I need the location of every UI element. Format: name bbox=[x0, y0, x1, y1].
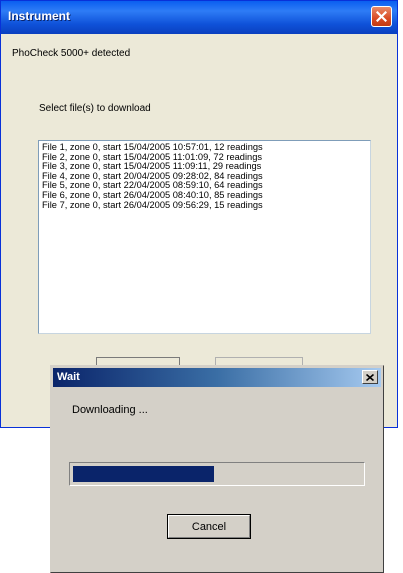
wait-close-button[interactable] bbox=[362, 370, 378, 384]
close-icon bbox=[366, 373, 374, 381]
file-list: File 1, zone 0, start 15/04/2005 10:57:0… bbox=[39, 141, 370, 210]
file-listbox[interactable]: File 1, zone 0, start 15/04/2005 10:57:0… bbox=[38, 140, 371, 334]
cancel-button[interactable]: Cancel bbox=[167, 514, 251, 539]
instrument-title: Instrument bbox=[8, 9, 71, 23]
cancel-button-label: Cancel bbox=[168, 515, 250, 538]
progress-fill bbox=[73, 466, 214, 482]
instrument-close-button[interactable] bbox=[371, 6, 392, 27]
wait-title: Wait bbox=[57, 371, 80, 383]
close-icon bbox=[376, 11, 387, 22]
device-detected-text: PhoCheck 5000+ detected bbox=[12, 48, 131, 59]
instrument-titlebar[interactable]: Instrument bbox=[1, 1, 397, 34]
file-list-item[interactable]: File 7, zone 0, start 26/04/2005 09:56:2… bbox=[42, 200, 370, 211]
select-files-label: Select file(s) to download bbox=[39, 103, 151, 114]
wait-dialog: Wait Downloading ... Cancel bbox=[50, 365, 384, 573]
instrument-window: Instrument PhoCheck 5000+ detected Selec… bbox=[0, 0, 398, 428]
download-progress-bar bbox=[69, 462, 365, 486]
downloading-message: Downloading ... bbox=[72, 404, 148, 416]
wait-titlebar[interactable]: Wait bbox=[53, 368, 381, 387]
